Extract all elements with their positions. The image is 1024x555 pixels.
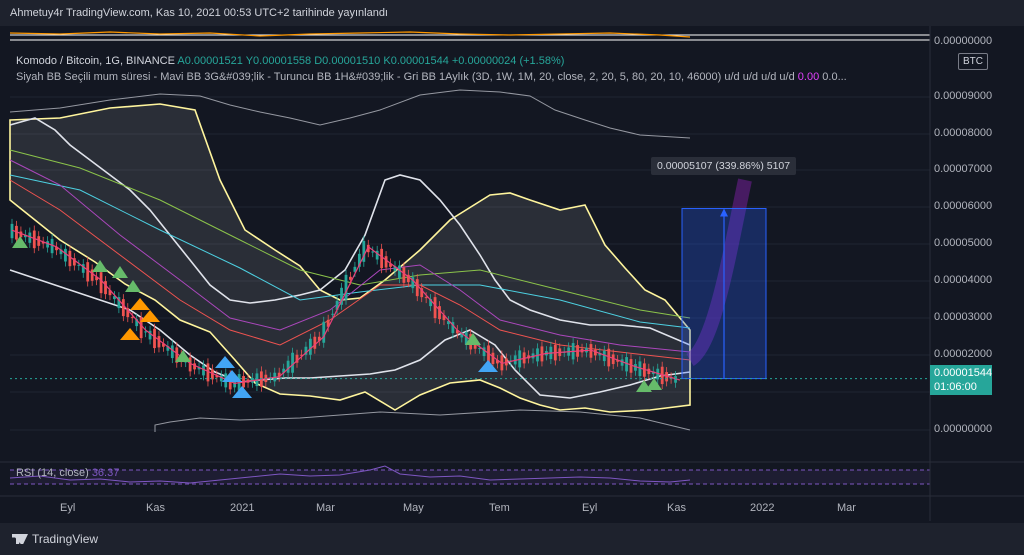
low-value: D0.00001510 bbox=[314, 55, 381, 67]
price-tick-label: 0.00000000 bbox=[934, 423, 993, 435]
bar-countdown: 01:06:00 bbox=[934, 381, 977, 393]
candle-body bbox=[344, 274, 348, 300]
candle-body bbox=[99, 272, 103, 294]
rsi-legend[interactable]: RSI (14, close) 36.37 bbox=[16, 467, 119, 479]
currency-button[interactable]: BTC bbox=[958, 53, 988, 70]
tradingview-logo-text: TradingView bbox=[32, 532, 99, 546]
rsi-value: 36.37 bbox=[91, 467, 120, 479]
time-tick-label: Mar bbox=[316, 502, 335, 514]
close-value: K0.00001544 bbox=[383, 55, 449, 67]
indicator-legend[interactable]: Siyah BB Seçili mum süresi - Mavi BB 3G&… bbox=[16, 71, 847, 83]
candle-body bbox=[308, 338, 312, 355]
price-tick-label: 0.00002000 bbox=[934, 348, 993, 360]
time-tick-label: Kas bbox=[667, 502, 686, 514]
last-price-badge: 0.00001544 01:06:00 bbox=[930, 365, 992, 395]
symbol-legend[interactable]: Komodo / Bitcoin, 1G, BINANCE A0.0000152… bbox=[16, 55, 564, 67]
price-tick-label: 0.00003000 bbox=[934, 311, 993, 323]
price-tick-label: 0.00008000 bbox=[934, 127, 993, 139]
candle-body bbox=[86, 262, 90, 282]
rsi-pane bbox=[0, 461, 1024, 485]
time-tick-label: Mar bbox=[837, 502, 856, 514]
price-tick-label: 0.00000000 bbox=[934, 35, 993, 47]
candle-body bbox=[322, 321, 326, 343]
high-value: Y0.00001558 bbox=[245, 55, 312, 67]
yellow-bb-area bbox=[9, 103, 691, 413]
indicator-tail: 0.0... bbox=[822, 71, 847, 83]
footer-bar: TradingView bbox=[0, 523, 1024, 555]
candle-body bbox=[438, 306, 441, 320]
candle-body bbox=[313, 336, 317, 349]
last-price-value: 0.00001544 bbox=[934, 367, 993, 379]
candle-body bbox=[402, 267, 406, 283]
chart-canvas[interactable] bbox=[0, 0, 1024, 555]
price-tick-label: 0.00004000 bbox=[934, 274, 993, 286]
candle-body bbox=[491, 352, 495, 365]
candle-body bbox=[64, 248, 67, 262]
candle-body bbox=[415, 279, 419, 297]
top-indicator-strip bbox=[9, 31, 930, 41]
price-tick-label: 0.00007000 bbox=[934, 163, 993, 175]
open-value: A0.00001521 bbox=[177, 55, 243, 67]
gray-bb-lower bbox=[154, 409, 691, 432]
candle-body bbox=[130, 317, 134, 319]
price-range-label: 0.00005107 (339.86%) 5107 bbox=[651, 157, 797, 175]
candle-body bbox=[380, 248, 384, 269]
candle-body bbox=[478, 348, 481, 350]
time-tick-label: Tem bbox=[489, 502, 510, 514]
tradingview-logo[interactable]: TradingView bbox=[12, 532, 98, 546]
orange-signal-marker bbox=[140, 310, 160, 322]
time-tick-label: Eyl bbox=[582, 502, 598, 514]
time-tick-label: May bbox=[403, 502, 424, 514]
rsi-name: RSI (14, close) bbox=[16, 467, 89, 479]
price-tick-label: 0.00005000 bbox=[934, 237, 993, 249]
time-tick-label: 2021 bbox=[230, 502, 255, 514]
candle-body bbox=[153, 328, 156, 349]
indicator-value: 0.00 bbox=[797, 71, 820, 83]
candle-body bbox=[77, 264, 81, 266]
candle-body bbox=[170, 345, 174, 359]
indicator-name: Siyah BB Seçili mum süresi - Mavi BB 3G&… bbox=[16, 71, 795, 83]
candle-body bbox=[291, 352, 294, 373]
symbol-name: Komodo / Bitcoin, 1G, BINANCE bbox=[16, 55, 175, 67]
time-tick-label: Kas bbox=[146, 502, 165, 514]
change-value: +0.00000024 (+1.58%) bbox=[451, 55, 565, 67]
time-tick-label: 2022 bbox=[750, 502, 775, 514]
price-tick-label: 0.00006000 bbox=[934, 200, 993, 212]
candle-body bbox=[424, 297, 428, 299]
candle-body bbox=[331, 313, 335, 315]
tradingview-logo-icon bbox=[12, 534, 28, 544]
monthly-bb bbox=[9, 103, 691, 413]
candle-body bbox=[349, 276, 352, 280]
candle-body bbox=[68, 250, 72, 267]
candle-body bbox=[157, 336, 161, 348]
candle-body bbox=[384, 256, 388, 268]
candle-body bbox=[398, 265, 401, 279]
candle-body bbox=[286, 360, 290, 373]
time-axis[interactable]: Eyl Kas 2021 Mar May Tem Eyl Kas 2022 Mar bbox=[0, 497, 1024, 521]
time-tick-label: Eyl bbox=[60, 502, 76, 514]
candle-body bbox=[371, 251, 375, 253]
candle-body bbox=[433, 297, 437, 319]
candle-body bbox=[121, 299, 125, 317]
orange-signal-marker bbox=[130, 298, 150, 310]
price-tick-label: 0.00009000 bbox=[934, 90, 993, 102]
